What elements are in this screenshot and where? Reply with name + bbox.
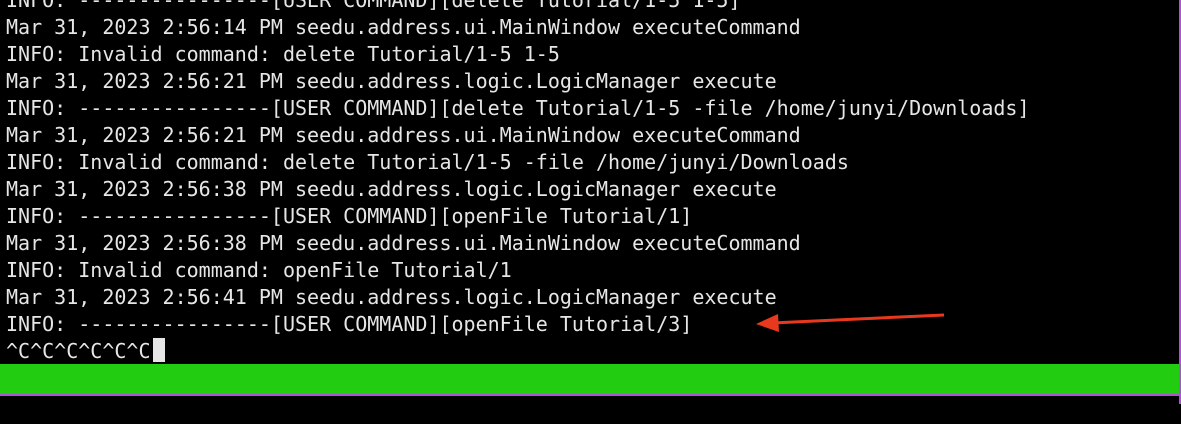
pane-border: [0, 394, 1181, 404]
red-arrow-icon: [756, 313, 945, 332]
tmux-status-bar: [0] 1:zsh 2:java* 3:[tmux]-: [0, 364, 1181, 421]
